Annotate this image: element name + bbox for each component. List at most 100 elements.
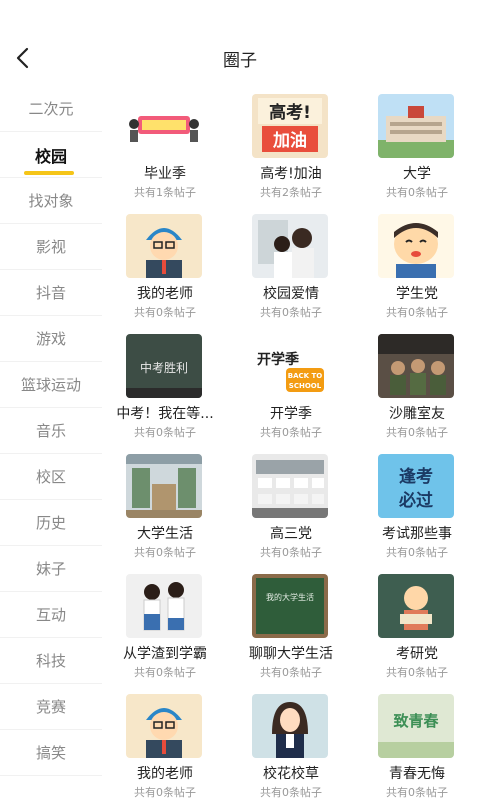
post-count: 共有0条帖子 [386,306,448,319]
circle-card[interactable]: 中考胜利 中考！我在等... 共有0条帖子 [102,326,228,446]
circle-name: 大学生活 [137,526,193,542]
sidebar-item-label: 影视 [35,238,66,256]
circle-card[interactable]: 学生党共有0条帖子 [354,206,480,326]
post-count: 共有0条帖子 [386,186,448,199]
sidebar-item[interactable]: 妹子 [0,546,102,592]
sidebar-item[interactable]: 音乐 [0,408,102,454]
svg-text:加油: 加油 [272,130,307,151]
circle-card[interactable]: 逢考 必过考试那些事共有0条帖子 [354,446,480,566]
sidebar-item-label: 篮球运动 [20,376,81,394]
sidebar-item[interactable]: 互动 [0,592,102,638]
post-count: 共有0条帖子 [386,666,448,679]
circle-card[interactable]: 毕业季 共有1条帖子 [102,86,228,206]
students-standing-image [126,574,202,638]
svg-text:必过: 必过 [398,490,433,511]
circle-name: 考试那些事 [382,526,452,542]
blackboard-zhongkao-image: 中考胜利 [126,334,202,398]
reading-girl-image [378,574,454,638]
campus-couple-image [252,214,328,278]
dorm-roommates-image [378,334,454,398]
circle-name: 我的老师 [137,766,193,782]
circle-card[interactable]: 我的大学生活聊聊大学生活 共有0条帖子 [228,566,354,686]
svg-text:致青春: 致青春 [393,712,438,730]
circle-name: 沙雕室友 [389,406,445,422]
post-count: 共有0条帖子 [134,426,196,439]
circle-name: 高考!加油 [260,166,322,182]
sidebar-item-label: 互动 [35,606,66,624]
gaokao-cheer-image: 高考! 加油 [252,94,328,158]
sidebar-item[interactable]: 找对象 [0,178,102,224]
library-image [126,454,202,518]
circle-card[interactable]: 从学渣到学霸 共有0条帖子 [102,566,228,686]
sidebar-item[interactable]: 校区 [0,454,102,500]
circle-card[interactable]: 沙雕室友 共有0条帖子 [354,326,480,446]
classroom-image [252,454,328,518]
back-to-school-image: 开学季 BACK TO SCHOOL [252,334,328,398]
university-building-image [378,94,454,158]
circle-card[interactable]: 高考! 加油 高考!加油 共有2条帖子 [228,86,354,206]
sidebar-item[interactable]: 影视 [0,224,102,270]
sidebar-item[interactable]: 历史 [0,500,102,546]
svg-text:BACK TO: BACK TO [288,372,323,380]
sidebar-item-label: 音乐 [35,422,66,440]
sidebar-item[interactable]: 篮球运动 [0,362,102,408]
post-count: 共有0条帖子 [134,666,196,679]
circle-name: 校园爱情 [263,286,319,302]
school-girl-image [252,694,328,758]
post-count: 共有0条帖子 [260,426,322,439]
svg-text:我的大学生活: 我的大学生活 [266,592,314,602]
sidebar-item-label: 找对象 [28,192,74,210]
circle-name: 青春无悔 [389,766,445,782]
sidebar-item[interactable]: 校园 [0,132,102,178]
svg-text:开学季: 开学季 [257,351,299,368]
circle-card[interactable]: 大学生活共有0条帖子 [102,446,228,566]
post-count: 共有0条帖子 [260,546,322,559]
page-title: 圈子 [223,51,257,71]
circle-card[interactable]: 致青春 青春无悔 共有0条帖子 [354,686,480,800]
category-sidebar: 二次元 校园找对象影视抖音游戏篮球运动音乐校区历史妹子互动科技竞赛搞笑 [0,86,102,800]
circle-name: 聊聊大学生活 [249,646,333,662]
student-cartoon-image [378,214,454,278]
post-count: 共有0条帖子 [260,306,322,319]
exam-pass-image: 逢考 必过 [378,454,454,518]
circle-card[interactable]: 校花校草共有0条帖子 [228,686,354,800]
graduation-banner-image [126,94,202,158]
sidebar-item-label: 历史 [35,514,66,532]
post-count: 共有0条帖子 [134,546,196,559]
circle-card[interactable]: 开学季 BACK TO SCHOOL 开学季共有0条帖子 [228,326,354,446]
circle-card[interactable]: 我的老师 共有0条帖子 [102,686,228,800]
circle-card[interactable]: 校园爱情共有0条帖子 [228,206,354,326]
circle-card[interactable]: 高三党共有0条帖子 [228,446,354,566]
post-count: 共有0条帖子 [386,546,448,559]
sidebar-item[interactable]: 搞笑 [0,730,102,776]
sidebar-item[interactable]: 抖音 [0,270,102,316]
circle-name: 考研党 [396,646,438,662]
circle-name: 我的老师 [137,286,193,302]
post-count: 共有0条帖子 [260,666,322,679]
chalkboard-image: 我的大学生活 [252,574,328,638]
circle-name: 学生党 [396,286,438,302]
sidebar-item[interactable]: 科技 [0,638,102,684]
circle-card[interactable]: 考研党共有0条帖子 [354,566,480,686]
sidebar-item-label: 搞笑 [35,744,66,762]
sidebar-item-label: 抖音 [35,284,66,302]
sidebar-item[interactable]: 游戏 [0,316,102,362]
circle-grid: 毕业季 共有1条帖子 高考! 加油 高考!加油 共有2条帖子 大学 共有0条帖子 我的老… [102,86,480,800]
sidebar-item-label: 游戏 [35,330,66,348]
teacher-cartoon-image [126,214,202,278]
post-count: 共有1条帖子 [134,186,196,199]
sidebar-item-label: 科技 [35,652,66,670]
circle-card[interactable]: 我的老师 共有0条帖子 [102,206,228,326]
header: 圈子 [0,0,480,100]
circle-name: 校花校草 [263,766,319,782]
circle-card[interactable]: 大学 共有0条帖子 [354,86,480,206]
post-count: 共有0条帖子 [260,786,322,799]
sidebar-item-label: 校区 [35,468,66,486]
svg-text:逢考: 逢考 [399,466,433,487]
circle-name: 从学渣到学霸 [123,646,207,662]
sidebar-item[interactable]: 二次元 [0,86,102,132]
circle-name: 高三党 [270,526,312,542]
sidebar-item[interactable]: 竞赛 [0,684,102,730]
svg-text:高考!: 高考! [269,102,311,123]
post-count: 共有2条帖子 [260,186,322,199]
